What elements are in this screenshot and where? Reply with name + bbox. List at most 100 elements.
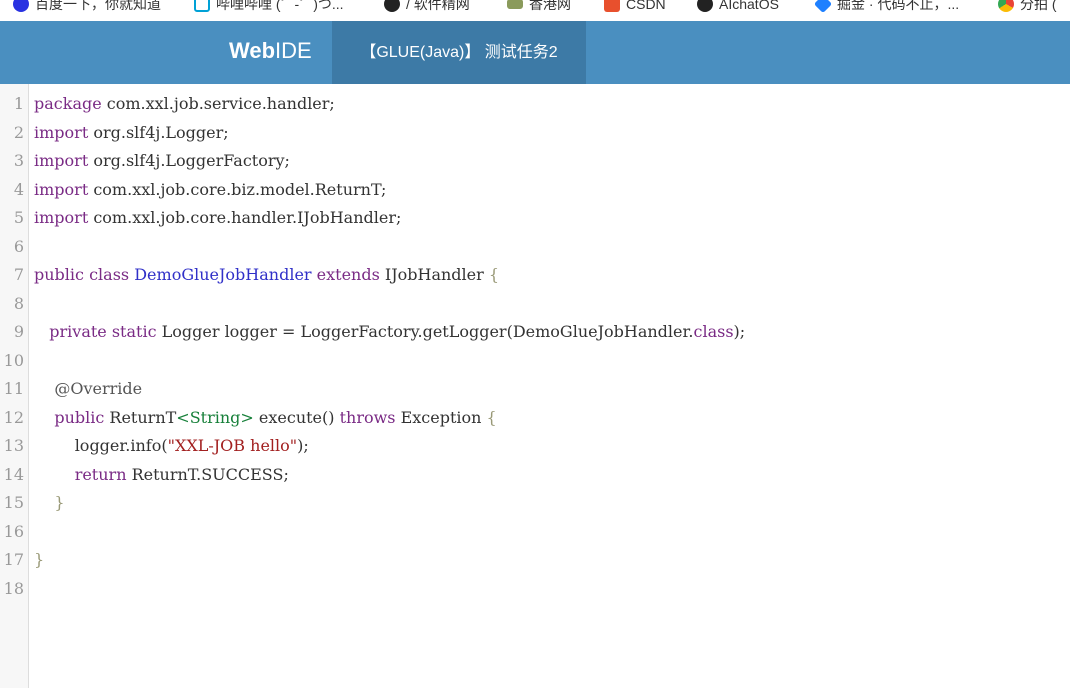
code-token: class bbox=[89, 265, 130, 284]
webide-brand[interactable]: WebIDE bbox=[229, 38, 312, 64]
code-token: ); bbox=[733, 322, 746, 341]
line-number: 14 bbox=[3, 464, 24, 484]
bookmark-label: 分拍 ( bbox=[1020, 0, 1057, 12]
line-number: 16 bbox=[3, 521, 24, 541]
code-token: com.xxl.job.service.handler; bbox=[101, 94, 335, 113]
code-token: execute() bbox=[253, 407, 340, 427]
bookmark-github[interactable]: / 软件精网 bbox=[384, 0, 470, 14]
bookmark-label: AIchatOS bbox=[719, 0, 779, 12]
code-token: { bbox=[488, 265, 500, 284]
code-token: ReturnT bbox=[104, 407, 177, 427]
line-number: 13 bbox=[3, 436, 24, 455]
code-token: } bbox=[34, 550, 45, 569]
line-number: 7 bbox=[13, 265, 24, 284]
code-token: public bbox=[54, 407, 105, 427]
tab-glue-java-task[interactable]: 【GLUE(Java)】 测试任务2 bbox=[332, 21, 586, 84]
line-number: 6 bbox=[13, 236, 24, 256]
code-token: Logger logger = LoggerFactory.getLogger(… bbox=[156, 322, 694, 341]
code-token: static bbox=[111, 322, 157, 341]
code-token: import bbox=[34, 208, 89, 227]
code-line: return ReturnT.SUCCESS; bbox=[34, 461, 289, 489]
code-token: logger.info( bbox=[34, 436, 168, 455]
line-number: 8 bbox=[13, 293, 24, 313]
code-token: { bbox=[486, 407, 497, 427]
code-token: throws bbox=[339, 407, 396, 427]
bookmarks-bar: 百度一下，你就知道 哔哩哔哩 (゜-゜)つ... / 软件精网 香港网 CSDN… bbox=[0, 0, 1070, 22]
line-number: 3 bbox=[13, 151, 24, 170]
chrome-icon bbox=[998, 0, 1014, 12]
code-line: private static Logger logger = LoggerFac… bbox=[34, 318, 745, 346]
code-line: import org.slf4j.LoggerFactory; bbox=[34, 147, 290, 175]
code-line: } bbox=[34, 489, 65, 517]
code-token: "XXL-JOB hello" bbox=[167, 436, 298, 455]
code-token: Exception bbox=[395, 407, 487, 427]
code-token: ReturnT.SUCCESS; bbox=[126, 464, 289, 484]
line-number-gutter: 1 2 3 4 5 6 7 8 9 10 11 12 13 14 15 16 17 18 bbox=[0, 84, 29, 688]
bookmark-label: 百度一下，你就知道 bbox=[35, 0, 161, 12]
code-token: com.xxl.job.core.handler.IJobHandler; bbox=[88, 208, 402, 227]
code-token: import bbox=[34, 122, 89, 142]
code-line: public class DemoGlueJobHandler extends … bbox=[34, 261, 499, 289]
code-token: return bbox=[74, 464, 127, 484]
brand-bold: Web bbox=[229, 38, 276, 63]
code-line: package com.xxl.job.service.handler; bbox=[34, 90, 335, 118]
code-token: DemoGlueJobHandler bbox=[134, 265, 312, 284]
code-line: import org.slf4j.Logger; bbox=[34, 119, 229, 147]
line-number: 1 bbox=[13, 94, 24, 113]
line-number: 12 bbox=[3, 407, 24, 427]
github-icon bbox=[384, 0, 400, 12]
folder-icon bbox=[507, 0, 523, 9]
line-number: 18 bbox=[3, 578, 24, 598]
line-number: 17 bbox=[3, 550, 24, 569]
bilibili-icon bbox=[194, 0, 210, 12]
bookmark-label: 掘金 · 代码不止，... bbox=[837, 0, 960, 12]
code-token: org.slf4j.Logger; bbox=[88, 122, 229, 142]
bookmark-label: CSDN bbox=[626, 0, 666, 12]
baidu-icon bbox=[13, 0, 29, 12]
code-token: org.slf4j.LoggerFactory; bbox=[88, 151, 290, 170]
code-token: ); bbox=[297, 436, 309, 455]
line-number: 10 bbox=[3, 350, 24, 370]
bookmark-folder[interactable]: 香港网 bbox=[507, 0, 571, 14]
code-token: package bbox=[34, 94, 102, 113]
code-editor[interactable]: 1 2 3 4 5 6 7 8 9 10 11 12 13 14 15 16 17 18 package com.… bbox=[0, 84, 1070, 688]
code-line: public ReturnT<String> execute() throws … bbox=[34, 404, 497, 432]
bookmark-baidu[interactable]: 百度一下，你就知道 bbox=[13, 0, 161, 14]
bookmark-aichatos[interactable]: AIchatOS bbox=[697, 0, 779, 14]
bookmark-juejin[interactable]: 掘金 · 代码不止，... bbox=[813, 0, 960, 14]
code-line: } bbox=[34, 546, 44, 574]
code-token: @Override bbox=[54, 379, 143, 398]
aichatos-icon bbox=[697, 0, 713, 12]
code-token: import bbox=[34, 179, 89, 199]
bookmark-label: 哔哩哔哩 (゜-゜)つ... bbox=[216, 0, 344, 12]
code-token: } bbox=[54, 493, 65, 512]
line-number: 9 bbox=[13, 322, 24, 341]
csdn-icon bbox=[604, 0, 620, 12]
bookmark-csdn[interactable]: CSDN bbox=[604, 0, 666, 14]
brand-light: IDE bbox=[275, 38, 312, 63]
code-line: logger.info("XXL-JOB hello"); bbox=[34, 432, 309, 460]
bookmark-chrome[interactable]: 分拍 ( bbox=[998, 0, 1057, 14]
code-token: private bbox=[49, 322, 107, 341]
code-line: @Override bbox=[34, 375, 142, 403]
code-token: class bbox=[693, 322, 734, 341]
line-number: 11 bbox=[3, 379, 24, 398]
code-line: import com.xxl.job.core.biz.model.Return… bbox=[34, 176, 386, 204]
line-number: 2 bbox=[13, 122, 24, 142]
line-number: 15 bbox=[3, 493, 24, 512]
juejin-icon bbox=[813, 0, 833, 14]
code-token: public bbox=[34, 265, 84, 284]
bookmark-bilibili[interactable]: 哔哩哔哩 (゜-゜)つ... bbox=[194, 0, 344, 14]
webide-header: WebIDE 【GLUE(Java)】 测试任务2 bbox=[0, 21, 1070, 84]
code-token: com.xxl.job.core.biz.model.ReturnT; bbox=[88, 179, 387, 199]
code-line: import com.xxl.job.core.handler.IJobHand… bbox=[34, 204, 401, 232]
code-token: import bbox=[34, 151, 89, 170]
code-token: extends bbox=[316, 265, 380, 284]
code-token: IJobHandler bbox=[379, 265, 489, 284]
line-number: 5 bbox=[13, 208, 24, 227]
